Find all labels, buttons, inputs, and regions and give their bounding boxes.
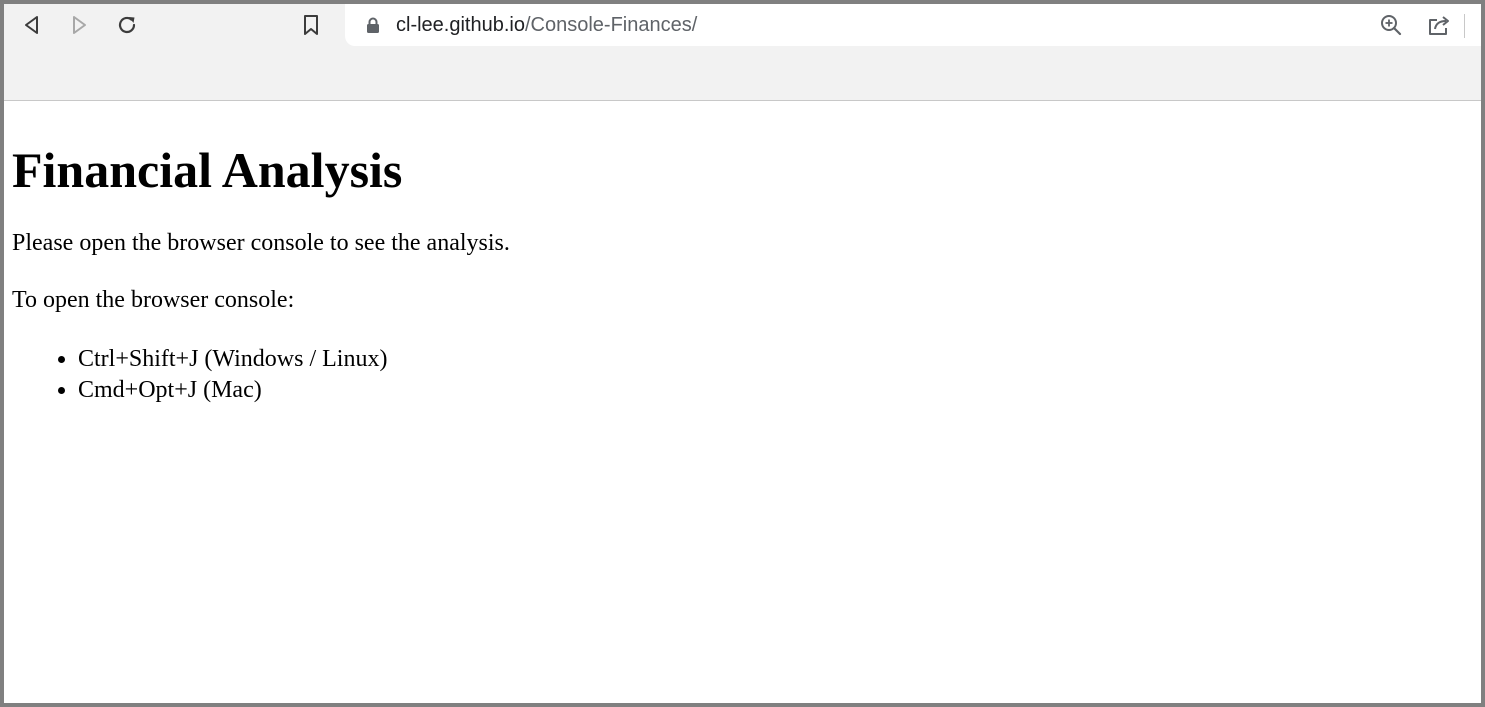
intro-text: Please open the browser console to see t…: [12, 230, 510, 256]
forward-arrow-icon: [73, 16, 86, 34]
browser-toolbar: cl-lee.github.io/Console-Finances/: [4, 4, 1481, 101]
share-icon: [1429, 16, 1449, 35]
url-path: /Console-Finances/: [524, 14, 698, 36]
url-host: cl-lee.github.io: [396, 14, 525, 36]
url-text[interactable]: cl-lee.github.io/Console-Finances/: [396, 13, 697, 37]
bookmark-icon: [304, 15, 318, 35]
page-content: Financial Analysis Please open the brows…: [4, 102, 1481, 703]
back-arrow-icon: [25, 16, 38, 34]
lock-icon: [367, 17, 379, 33]
zoom-button[interactable]: [1376, 10, 1406, 40]
reload-icon: [118, 16, 136, 34]
zoom-in-icon: [1381, 15, 1402, 36]
forward-button[interactable]: [64, 10, 94, 40]
bookmark-button[interactable]: [296, 10, 326, 40]
page-title: Financial Analysis: [12, 142, 403, 198]
shortcut-mac: Cmd+Opt+J (Mac): [78, 375, 1473, 406]
toolbar-divider: [1464, 14, 1465, 38]
browser-window: cl-lee.github.io/Console-Finances/ Finan…: [4, 4, 1481, 703]
address-bar[interactable]: cl-lee.github.io/Console-Finances/: [345, 4, 1481, 46]
instructions-label: To open the browser console:: [12, 287, 295, 313]
share-button[interactable]: [1424, 10, 1454, 40]
shortcut-windows-linux: Ctrl+Shift+J (Windows / Linux): [78, 344, 1473, 375]
shortcut-list: Ctrl+Shift+J (Windows / Linux) Cmd+Opt+J…: [12, 344, 1473, 406]
reload-button[interactable]: [112, 10, 142, 40]
back-button[interactable]: [17, 10, 47, 40]
